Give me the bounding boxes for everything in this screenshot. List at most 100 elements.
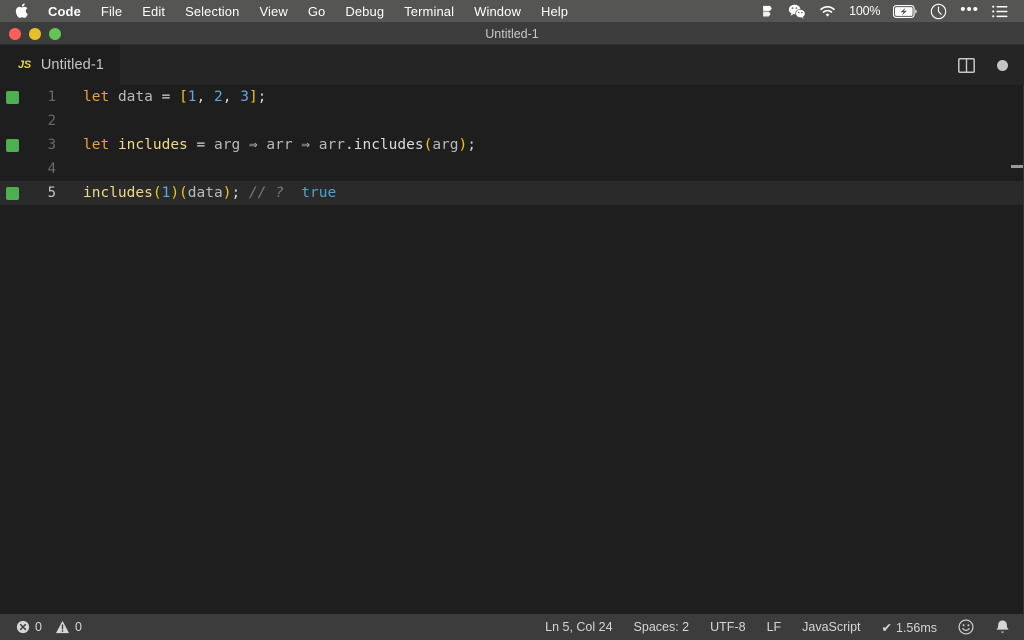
code-token: ; [231,185,241,201]
maximize-button[interactable] [49,27,61,40]
code-token: 1 [161,185,171,201]
editor-tab-bar: JS Untitled-1 [0,45,1024,85]
quokka-runtime[interactable]: ✔ 1.56ms [882,620,937,635]
code-token: true [283,185,337,201]
code-token: arr [266,137,293,153]
line-number: 5 [47,185,56,201]
line-number: 4 [47,161,56,177]
code-token: ( [179,185,188,201]
clock-icon[interactable] [930,3,947,20]
code-token: data [117,89,153,105]
window-titlebar: Untitled-1 [0,23,1024,45]
file-encoding[interactable]: UTF-8 [710,620,745,634]
menu-item-window[interactable]: Window [464,0,531,23]
code-token: ) [170,185,180,201]
tab-untitled-1[interactable]: JS Untitled-1 [0,45,120,85]
code-token: ] [248,89,258,105]
menu-item-file[interactable]: File [91,0,132,23]
code-token: . [345,137,354,153]
code-token: [ [179,89,188,105]
close-button[interactable] [9,27,21,40]
bell-icon[interactable] [995,619,1010,635]
code-line-3[interactable]: 3 let includes = arg ⇒ arr ⇒ arr.includes… [0,133,1024,157]
code-token: ; [257,89,267,105]
tab-label: Untitled-1 [40,57,104,73]
macos-menu-bar: Code File Edit Selection View Go Debug T… [0,0,1024,23]
end-of-line-sequence[interactable]: LF [767,620,782,634]
code-line-5[interactable]: 5 includes(1)(data); // ? true [0,181,1024,205]
error-count-group[interactable]: 0 [16,620,42,634]
cursor-position[interactable]: Ln 5, Col 24 [545,620,612,634]
error-icon [16,620,30,634]
menu-item-help[interactable]: Help [531,0,578,23]
dirty-dot-icon[interactable] [997,59,1008,71]
code-editor[interactable]: 1 let data = [1, 2, 3]; 2 3 let includes = a… [0,85,1024,614]
overview-ruler-scrollbar[interactable] [1010,85,1024,614]
code-token: ( [152,185,162,201]
javascript-file-icon: JS [18,59,31,71]
code-token: arg [213,137,241,153]
smiley-icon[interactable] [958,619,974,635]
code-token: data [187,185,223,201]
code-lines-container: 1 let data = [1, 2, 3]; 2 3 let includes = a… [0,85,1024,205]
warning-count-group[interactable]: 0 [55,620,82,634]
code-line-1[interactable]: 1 let data = [1, 2, 3]; [0,85,1024,109]
line-number: 2 [47,113,56,129]
menu-item-view[interactable]: View [249,0,297,23]
minimize-button[interactable] [29,27,41,40]
battery-charging-icon[interactable] [893,4,917,18]
code-line-4[interactable]: 4 [0,157,1024,181]
menu-bar-tray: 100% ••• [760,2,1016,20]
wechat-icon[interactable] [788,4,806,19]
indentation-setting[interactable]: Spaces: 2 [634,620,690,634]
window-title: Untitled-1 [485,26,539,41]
code-token: ; [467,137,476,153]
code-text: let data = [1, 2, 3]; [83,89,266,105]
code-token: , [222,89,241,105]
code-token: , [196,89,214,105]
warning-icon [55,620,70,634]
code-token: ⇒ [240,137,267,153]
code-token: arg [432,137,459,153]
runtime-duration: 1.56ms [896,620,937,635]
menu-item-selection[interactable]: Selection [175,0,249,23]
dropbox-icon[interactable] [760,4,775,19]
code-token: includes [117,137,188,153]
line-number: 3 [47,137,56,153]
menu-item-code[interactable]: Code [46,0,91,23]
code-line-2[interactable]: 2 [0,109,1024,133]
code-token: 2 [214,89,223,105]
wifi-icon[interactable] [819,5,836,18]
language-mode[interactable]: JavaScript [802,620,860,634]
code-token: = [187,137,214,153]
menu-item-edit[interactable]: Edit [132,0,175,23]
error-count: 0 [35,620,42,634]
code-token: 1 [187,89,197,105]
traffic-lights [0,27,61,40]
ruler-marker [1011,165,1023,168]
menu-item-terminal[interactable]: Terminal [394,0,464,23]
battery-percentage: 100% [849,4,881,18]
list-icon[interactable] [992,5,1008,18]
code-text: let includes = arg ⇒ arr ⇒ arr.includes(… [83,137,476,153]
menu-item-debug[interactable]: Debug [335,0,394,23]
code-token: ⇒ [292,137,319,153]
checkmark-icon: ✔ [881,620,892,635]
ellipsis-icon[interactable]: ••• [960,2,979,17]
code-token: let [83,137,110,153]
code-token: includes [83,185,153,201]
split-editor-icon[interactable] [958,57,975,73]
status-bar: 0 0 Ln 5, Col 24 Spaces: 2 UTF-8 LF Java… [0,614,1024,640]
code-token: ( [423,137,433,153]
code-text: includes(1)(data); // ? true [83,185,336,201]
menu-item-go[interactable]: Go [298,0,336,23]
apple-logo-icon[interactable] [14,2,30,19]
code-token: 3 [240,89,249,105]
warning-count: 0 [74,620,82,634]
status-bar-right: Ln 5, Col 24 Spaces: 2 UTF-8 LF JavaScri… [545,619,1024,635]
line-number: 1 [47,89,56,105]
code-token: includes [353,137,424,153]
editor-actions [958,45,1024,85]
